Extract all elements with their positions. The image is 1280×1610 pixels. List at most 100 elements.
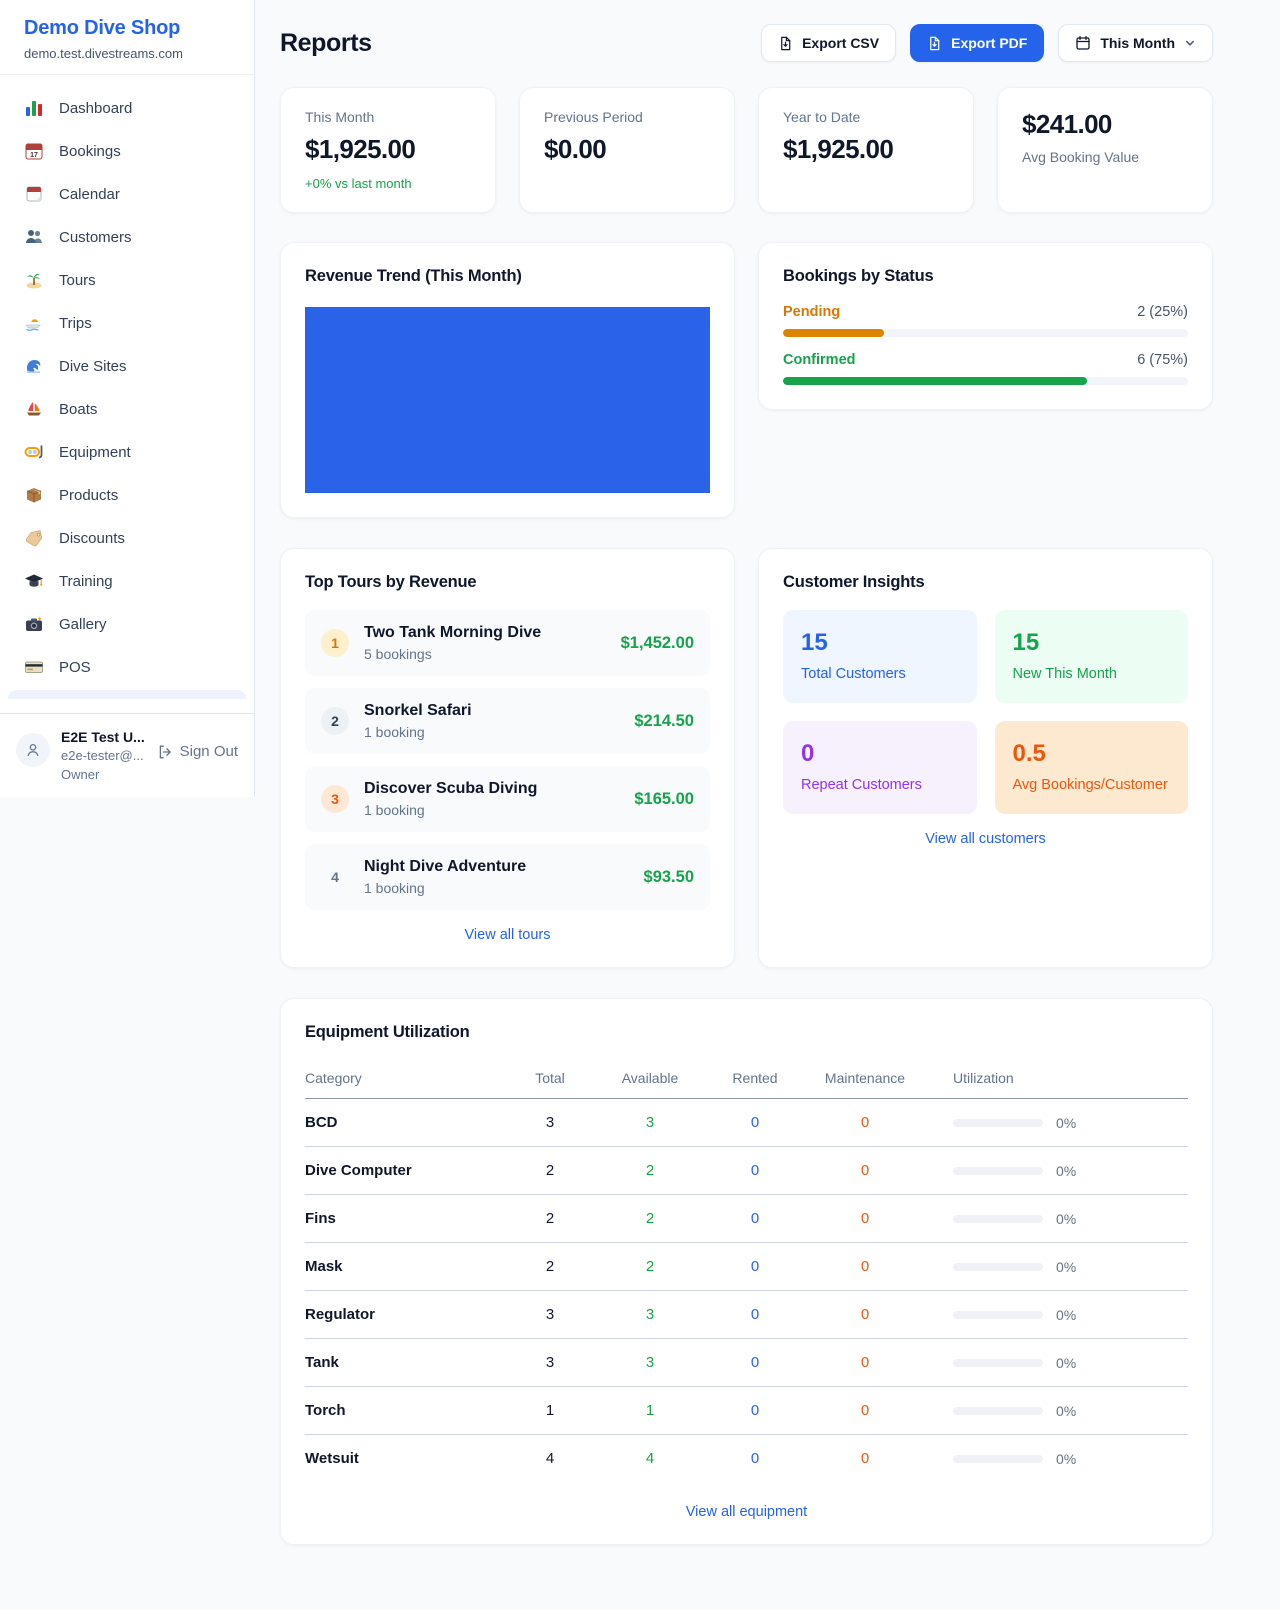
lists-row: Top Tours by Revenue 1 Two Tank Morning … bbox=[280, 548, 1213, 968]
table-row: Regulator 3 3 0 0 0% bbox=[305, 1291, 1188, 1339]
sidebar-item-training[interactable]: Training bbox=[8, 561, 246, 601]
sidebar-item-bookings[interactable]: 17 Bookings bbox=[8, 131, 246, 171]
export-pdf-button[interactable]: Export PDF bbox=[910, 24, 1044, 62]
rank-badge: 1 bbox=[321, 629, 349, 657]
equipment-available: 2 bbox=[595, 1210, 705, 1227]
sidebar-item-tours[interactable]: Tours bbox=[8, 260, 246, 300]
sidebar-item-calendar[interactable]: Calendar bbox=[8, 174, 246, 214]
equipment-available: 3 bbox=[595, 1354, 705, 1371]
equipment-available: 1 bbox=[595, 1402, 705, 1419]
utilization-percent: 0% bbox=[1056, 1307, 1076, 1323]
tile-value: 15 bbox=[801, 629, 959, 657]
tour-amount: $1,452.00 bbox=[621, 634, 694, 653]
tear-off-calendar-icon bbox=[24, 184, 44, 204]
equipment-maintenance: 0 bbox=[805, 1210, 925, 1227]
view-all-equipment-link[interactable]: View all equipment bbox=[305, 1504, 1188, 1520]
sidebar-item-label: Customers bbox=[59, 229, 132, 246]
tour-name: Two Tank Morning Dive bbox=[364, 624, 541, 642]
sidebar-item-active-partial[interactable] bbox=[8, 690, 246, 699]
column-header: Utilization bbox=[925, 1070, 1188, 1086]
sidebar-item-equipment[interactable]: Equipment bbox=[8, 432, 246, 472]
tour-row: 1 Two Tank Morning Dive 5 bookings $1,45… bbox=[305, 610, 710, 676]
tour-bookings: 5 bookings bbox=[364, 646, 541, 662]
status-count: 6 (75%) bbox=[1137, 352, 1188, 368]
equipment-rented: 0 bbox=[705, 1306, 805, 1323]
label-tag-icon bbox=[24, 528, 44, 548]
equipment-maintenance: 0 bbox=[805, 1402, 925, 1419]
avatar bbox=[16, 733, 50, 767]
status-label: Pending bbox=[783, 304, 840, 320]
sidebar-item-dive-sites[interactable]: Dive Sites bbox=[8, 346, 246, 386]
bookings-by-status-card: Bookings by Status Pending 2 (25%) Confi… bbox=[758, 242, 1213, 410]
sidebar-item-gallery[interactable]: Gallery bbox=[8, 604, 246, 644]
sidebar-item-customers[interactable]: Customers bbox=[8, 217, 246, 257]
sign-out-label: Sign Out bbox=[180, 743, 238, 760]
utilization-bar-track bbox=[953, 1311, 1043, 1319]
equipment-total: 1 bbox=[505, 1402, 595, 1419]
sidebar-item-label: Dive Sites bbox=[59, 358, 127, 375]
utilization-bar-track bbox=[953, 1407, 1043, 1415]
user-email: e2e-tester@... bbox=[61, 747, 145, 766]
tile-repeat-customers: 0 Repeat Customers bbox=[783, 721, 977, 814]
export-csv-button[interactable]: Export CSV bbox=[761, 24, 896, 62]
tour-row: 3 Discover Scuba Diving 1 booking $165.0… bbox=[305, 766, 710, 832]
equipment-rented: 0 bbox=[705, 1402, 805, 1419]
speedboat-icon bbox=[24, 313, 44, 333]
sidebar-item-label: POS bbox=[59, 659, 91, 676]
stat-card-previous-period: Previous Period $0.00 bbox=[519, 87, 735, 213]
utilization-percent: 0% bbox=[1056, 1211, 1076, 1227]
sidebar-item-discounts[interactable]: Discounts bbox=[8, 518, 246, 558]
sidebar-item-pos[interactable]: POS bbox=[8, 647, 246, 687]
user-role: Owner bbox=[61, 766, 145, 785]
tour-name: Snorkel Safari bbox=[364, 702, 472, 720]
column-header: Rented bbox=[705, 1070, 805, 1086]
sign-out-button[interactable]: Sign Out bbox=[157, 743, 238, 760]
status-bar-fill bbox=[783, 329, 884, 337]
equipment-category: Mask bbox=[305, 1258, 505, 1275]
period-selector[interactable]: This Month bbox=[1058, 24, 1213, 62]
sidebar-item-label: Discounts bbox=[59, 530, 125, 547]
view-all-customers-link[interactable]: View all customers bbox=[783, 831, 1188, 847]
equipment-total: 3 bbox=[505, 1114, 595, 1131]
rank-badge: 2 bbox=[321, 707, 349, 735]
utilization-percent: 0% bbox=[1056, 1355, 1076, 1371]
stat-label: This Month bbox=[305, 109, 471, 125]
sidebar-item-products[interactable]: Products bbox=[8, 475, 246, 515]
equipment-available: 3 bbox=[595, 1306, 705, 1323]
utilization-bar-track bbox=[953, 1167, 1043, 1175]
view-all-tours-link[interactable]: View all tours bbox=[305, 927, 710, 943]
sidebar-item-dashboard[interactable]: Dashboard bbox=[8, 88, 246, 128]
equipment-rented: 0 bbox=[705, 1114, 805, 1131]
stat-card-year-to-date: Year to Date $1,925.00 bbox=[758, 87, 974, 213]
status-label: Confirmed bbox=[783, 352, 856, 368]
equipment-available: 2 bbox=[595, 1162, 705, 1179]
sidebar-item-boats[interactable]: Boats bbox=[8, 389, 246, 429]
sailboat-icon bbox=[24, 399, 44, 419]
equipment-rented: 0 bbox=[705, 1450, 805, 1467]
status-row-pending: Pending 2 (25%) bbox=[783, 304, 1188, 337]
package-icon bbox=[24, 485, 44, 505]
tour-name: Night Dive Adventure bbox=[364, 858, 526, 876]
user-meta: E2E Test U... e2e-tester@... Owner bbox=[61, 727, 145, 785]
equipment-available: 4 bbox=[595, 1450, 705, 1467]
table-row: Torch 1 1 0 0 0% bbox=[305, 1387, 1188, 1435]
equipment-available: 3 bbox=[595, 1114, 705, 1131]
utilization-bar-track bbox=[953, 1455, 1043, 1463]
equipment-total: 2 bbox=[505, 1258, 595, 1275]
sidebar-item-label: Boats bbox=[59, 401, 97, 418]
stat-card-avg-booking-value: $241.00 Avg Booking Value bbox=[997, 87, 1213, 213]
tile-value: 0 bbox=[801, 740, 959, 768]
user-panel: E2E Test U... e2e-tester@... Owner Sign … bbox=[0, 713, 254, 797]
tile-label: New This Month bbox=[1013, 666, 1171, 682]
status-bar-track bbox=[783, 329, 1188, 337]
equipment-rented: 0 bbox=[705, 1258, 805, 1275]
tour-bookings: 1 booking bbox=[364, 880, 526, 896]
bar-chart-icon bbox=[24, 98, 44, 118]
equipment-maintenance: 0 bbox=[805, 1354, 925, 1371]
revenue-trend-card: Revenue Trend (This Month) bbox=[280, 242, 735, 518]
tour-bookings: 1 booking bbox=[364, 724, 472, 740]
equipment-maintenance: 0 bbox=[805, 1306, 925, 1323]
camera-flash-icon bbox=[24, 614, 44, 634]
sidebar-item-trips[interactable]: Trips bbox=[8, 303, 246, 343]
top-tours-card: Top Tours by Revenue 1 Two Tank Morning … bbox=[280, 548, 735, 968]
